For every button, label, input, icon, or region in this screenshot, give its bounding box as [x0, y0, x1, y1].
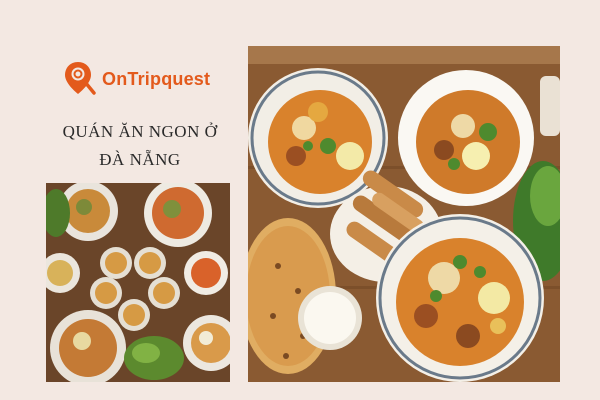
brand-logo: OnTripquest [64, 60, 210, 98]
title-line-1: QUÁN ĂN NGON Ở [62, 122, 218, 141]
brand-name: OnTripquest [102, 68, 211, 89]
title-line-2: ĐÀ NẴNG [99, 150, 181, 169]
page-title: QUÁN ĂN NGON Ở ĐÀ NẴNG [40, 118, 240, 174]
mi-quang-bowls-photo [248, 46, 560, 382]
food-spread-small-photo [46, 183, 230, 382]
map-pin-search-icon [65, 62, 96, 95]
